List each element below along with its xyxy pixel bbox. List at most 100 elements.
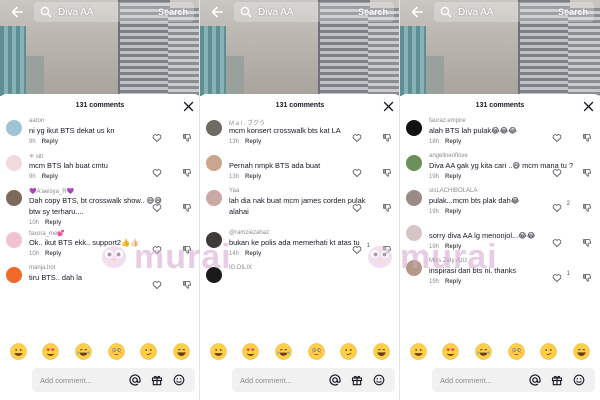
- comment-username[interactable]: IG.DILIX: [229, 263, 399, 272]
- heart-icon[interactable]: [552, 130, 562, 143]
- search-query[interactable]: Diva AA: [258, 7, 358, 18]
- avatar[interactable]: [6, 190, 22, 206]
- avatar[interactable]: [406, 120, 422, 136]
- thumbs-down-icon[interactable]: [182, 242, 192, 254]
- thumbs-down-icon[interactable]: [582, 270, 592, 282]
- avatar[interactable]: [206, 120, 222, 136]
- heart-icon[interactable]: [152, 130, 162, 143]
- heart-icon[interactable]: [152, 277, 162, 290]
- comment-username[interactable]: [429, 221, 600, 230]
- search-input[interactable]: Diva AA Search: [234, 2, 394, 22]
- flushed-emoji-icon[interactable]: [108, 342, 125, 360]
- heart-icon[interactable]: [352, 165, 362, 178]
- avatar[interactable]: [6, 155, 22, 171]
- search-button[interactable]: Search: [558, 7, 594, 17]
- comment-username[interactable]: angelineoflove: [429, 151, 600, 160]
- heart-icon[interactable]: [352, 200, 362, 213]
- comment-username[interactable]: Miss Zaty Aziz: [429, 256, 600, 265]
- heart-eyes-emoji-icon[interactable]: [42, 342, 60, 360]
- heart-icon[interactable]: [552, 270, 562, 283]
- heart-icon[interactable]: [152, 200, 162, 213]
- back-arrow-icon[interactable]: [408, 3, 426, 21]
- grin-emoji-icon[interactable]: [210, 342, 227, 360]
- avatar[interactable]: [6, 120, 22, 136]
- reply-button[interactable]: Reply: [42, 139, 58, 145]
- joy-emoji-icon[interactable]: [75, 342, 92, 360]
- laughing-emoji-icon[interactable]: [573, 342, 590, 360]
- mention-icon[interactable]: [129, 374, 141, 386]
- comment-username[interactable]: sisLACHIBOLALA: [429, 186, 600, 195]
- avatar[interactable]: [406, 155, 422, 171]
- flushed-emoji-icon[interactable]: [308, 342, 325, 360]
- thumbs-down-icon[interactable]: [382, 165, 392, 177]
- reply-button[interactable]: Reply: [245, 251, 261, 257]
- reply-button[interactable]: Reply: [445, 139, 461, 145]
- reply-button[interactable]: Reply: [245, 139, 261, 145]
- thumbs-down-icon[interactable]: [182, 200, 192, 212]
- smirk-emoji-icon[interactable]: [140, 342, 158, 360]
- close-icon[interactable]: [383, 99, 394, 112]
- search-input[interactable]: Diva AA Search: [434, 2, 594, 22]
- gift-icon[interactable]: [551, 374, 563, 386]
- reply-button[interactable]: Reply: [445, 279, 461, 285]
- grin-emoji-icon[interactable]: [410, 342, 427, 360]
- close-icon[interactable]: [583, 99, 594, 112]
- smirk-emoji-icon[interactable]: [340, 342, 358, 360]
- reply-button[interactable]: Reply: [45, 251, 61, 257]
- reply-button[interactable]: Reply: [42, 174, 58, 180]
- comment-input[interactable]: Add comment...: [232, 368, 395, 392]
- avatar[interactable]: [406, 225, 422, 241]
- thumbs-down-icon[interactable]: [182, 130, 192, 142]
- emoji-picker-icon[interactable]: [573, 374, 585, 386]
- search-query[interactable]: Diva AA: [58, 7, 158, 18]
- back-arrow-icon[interactable]: [8, 3, 26, 21]
- avatar[interactable]: [406, 190, 422, 206]
- heart-icon[interactable]: [152, 242, 162, 255]
- heart-eyes-emoji-icon[interactable]: [442, 342, 460, 360]
- emoji-picker-icon[interactable]: [373, 374, 385, 386]
- avatar[interactable]: [206, 190, 222, 206]
- thumbs-down-icon[interactable]: [382, 242, 392, 254]
- comment-input-placeholder[interactable]: Add comment...: [40, 376, 129, 385]
- comment-username[interactable]: aaron: [29, 116, 199, 125]
- comment-username[interactable]: fauraz.empire: [429, 116, 600, 125]
- reply-button[interactable]: Reply: [445, 174, 461, 180]
- comment-input[interactable]: Add comment...: [432, 368, 595, 392]
- avatar[interactable]: [6, 267, 22, 283]
- comment-username[interactable]: ✳ siti: [29, 151, 199, 160]
- comment-username[interactable]: manja.hot: [29, 263, 199, 272]
- back-arrow-icon[interactable]: [208, 3, 226, 21]
- thumbs-down-icon[interactable]: [582, 200, 592, 212]
- reply-button[interactable]: Reply: [45, 220, 61, 226]
- thumbs-down-icon[interactable]: [182, 165, 192, 177]
- flushed-emoji-icon[interactable]: [508, 342, 525, 360]
- heart-icon[interactable]: [152, 165, 162, 178]
- reply-button[interactable]: Reply: [445, 244, 461, 250]
- laughing-emoji-icon[interactable]: [373, 342, 390, 360]
- heart-icon[interactable]: [352, 242, 362, 255]
- thumbs-down-icon[interactable]: [182, 277, 192, 289]
- heart-icon[interactable]: [552, 200, 562, 213]
- thumbs-down-icon[interactable]: [382, 130, 392, 142]
- grin-emoji-icon[interactable]: [10, 342, 27, 360]
- comment-username[interactable]: 💜A'aeisya_R💜: [29, 186, 199, 195]
- emoji-picker-icon[interactable]: [173, 374, 185, 386]
- comment-username[interactable]: faxora_me💕: [29, 228, 199, 237]
- search-button[interactable]: Search: [158, 7, 194, 17]
- laughing-emoji-icon[interactable]: [173, 342, 190, 360]
- heart-eyes-emoji-icon[interactable]: [242, 342, 260, 360]
- joy-emoji-icon[interactable]: [275, 342, 292, 360]
- mention-icon[interactable]: [529, 374, 541, 386]
- thumbs-down-icon[interactable]: [582, 165, 592, 177]
- search-query[interactable]: Diva AA: [458, 7, 558, 18]
- comment-input-placeholder[interactable]: Add comment...: [440, 376, 529, 385]
- gift-icon[interactable]: [351, 374, 363, 386]
- thumbs-down-icon[interactable]: [582, 235, 592, 247]
- comment-username[interactable]: @ramziezahaz: [229, 228, 399, 237]
- comment-input-placeholder[interactable]: Add comment...: [240, 376, 329, 385]
- heart-icon[interactable]: [352, 130, 362, 143]
- search-button[interactable]: Search: [358, 7, 394, 17]
- mention-icon[interactable]: [329, 374, 341, 386]
- close-icon[interactable]: [183, 99, 194, 112]
- avatar[interactable]: [206, 232, 222, 248]
